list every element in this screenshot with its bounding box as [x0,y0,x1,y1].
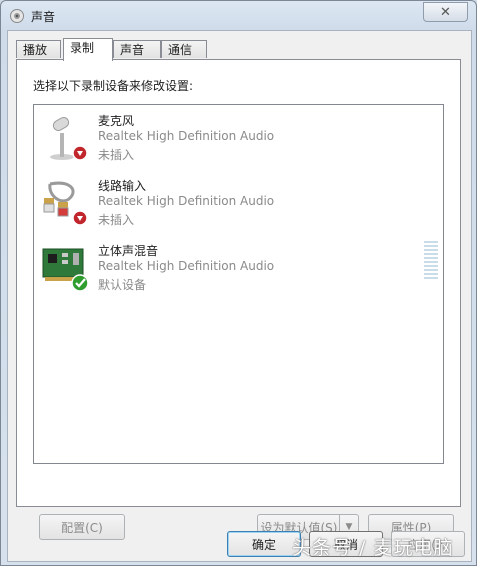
device-description: Realtek High Definition Audio [98,129,275,143]
window-title: 声音 [31,10,56,24]
level-bar [424,249,438,251]
device-status: 未插入 [98,148,135,162]
close-icon: ✕ [440,4,451,20]
speaker-app-icon [10,9,24,23]
device-name: 线路输入 [98,179,147,193]
level-bar [424,241,438,243]
device-name: 麦克风 [98,114,135,128]
device-item-microphone[interactable]: 麦克风 Realtek High Definition Audio 未插入 [38,109,428,169]
tab-playback[interactable]: 播放 [16,40,61,58]
device-description: Realtek High Definition Audio [98,259,275,273]
sound-dialog-window: 声音 ✕ 播放 录制 声音 通信 选择以下录制设备来修改设置: 麦克风 Real… [0,0,477,566]
unplugged-badge-icon [72,210,88,226]
device-item-line-in[interactable]: 线路输入 Realtek High Definition Audio 未插入 [38,174,428,234]
configure-button[interactable]: 配置(C) [39,514,125,540]
dialog-client-area: 播放 录制 声音 通信 选择以下录制设备来修改设置: 麦克风 Realtek H… [7,30,472,562]
level-meter [424,241,438,283]
device-status: 默认设备 [98,278,147,292]
instruction-text: 选择以下录制设备来修改设置: [33,79,194,93]
level-bar [424,265,438,267]
level-bar [424,273,438,275]
level-bar [424,253,438,255]
tab-communications[interactable]: 通信 [161,40,207,58]
level-bar [424,257,438,259]
device-name: 立体声混音 [98,244,159,258]
watermark-text: 头条号 / 麦玩电脑 [292,537,454,559]
line-in-cable-icon [43,181,88,226]
microphone-icon [50,117,88,161]
level-bar [424,261,438,263]
level-bar [424,245,438,247]
level-bar [424,277,438,279]
default-check-icon [71,274,89,292]
tab-recording[interactable]: 录制 [63,38,113,61]
close-button[interactable]: ✕ [423,2,468,22]
device-status: 未插入 [98,213,135,227]
ok-button[interactable]: 确定 [227,531,301,557]
recording-device-list[interactable]: 麦克风 Realtek High Definition Audio 未插入 线路… [33,104,444,464]
unplugged-badge-icon [72,145,88,161]
sound-card-icon [42,248,89,292]
level-bar [424,269,438,271]
recording-panel: 选择以下录制设备来修改设置: 麦克风 Realtek High Definiti… [16,59,461,540]
tab-sounds[interactable]: 声音 [113,40,161,58]
title-bar[interactable]: 声音 ✕ [1,1,476,31]
device-item-stereo-mix[interactable]: 立体声混音 Realtek High Definition Audio 默认设备 [38,239,428,299]
device-description: Realtek High Definition Audio [98,194,275,208]
